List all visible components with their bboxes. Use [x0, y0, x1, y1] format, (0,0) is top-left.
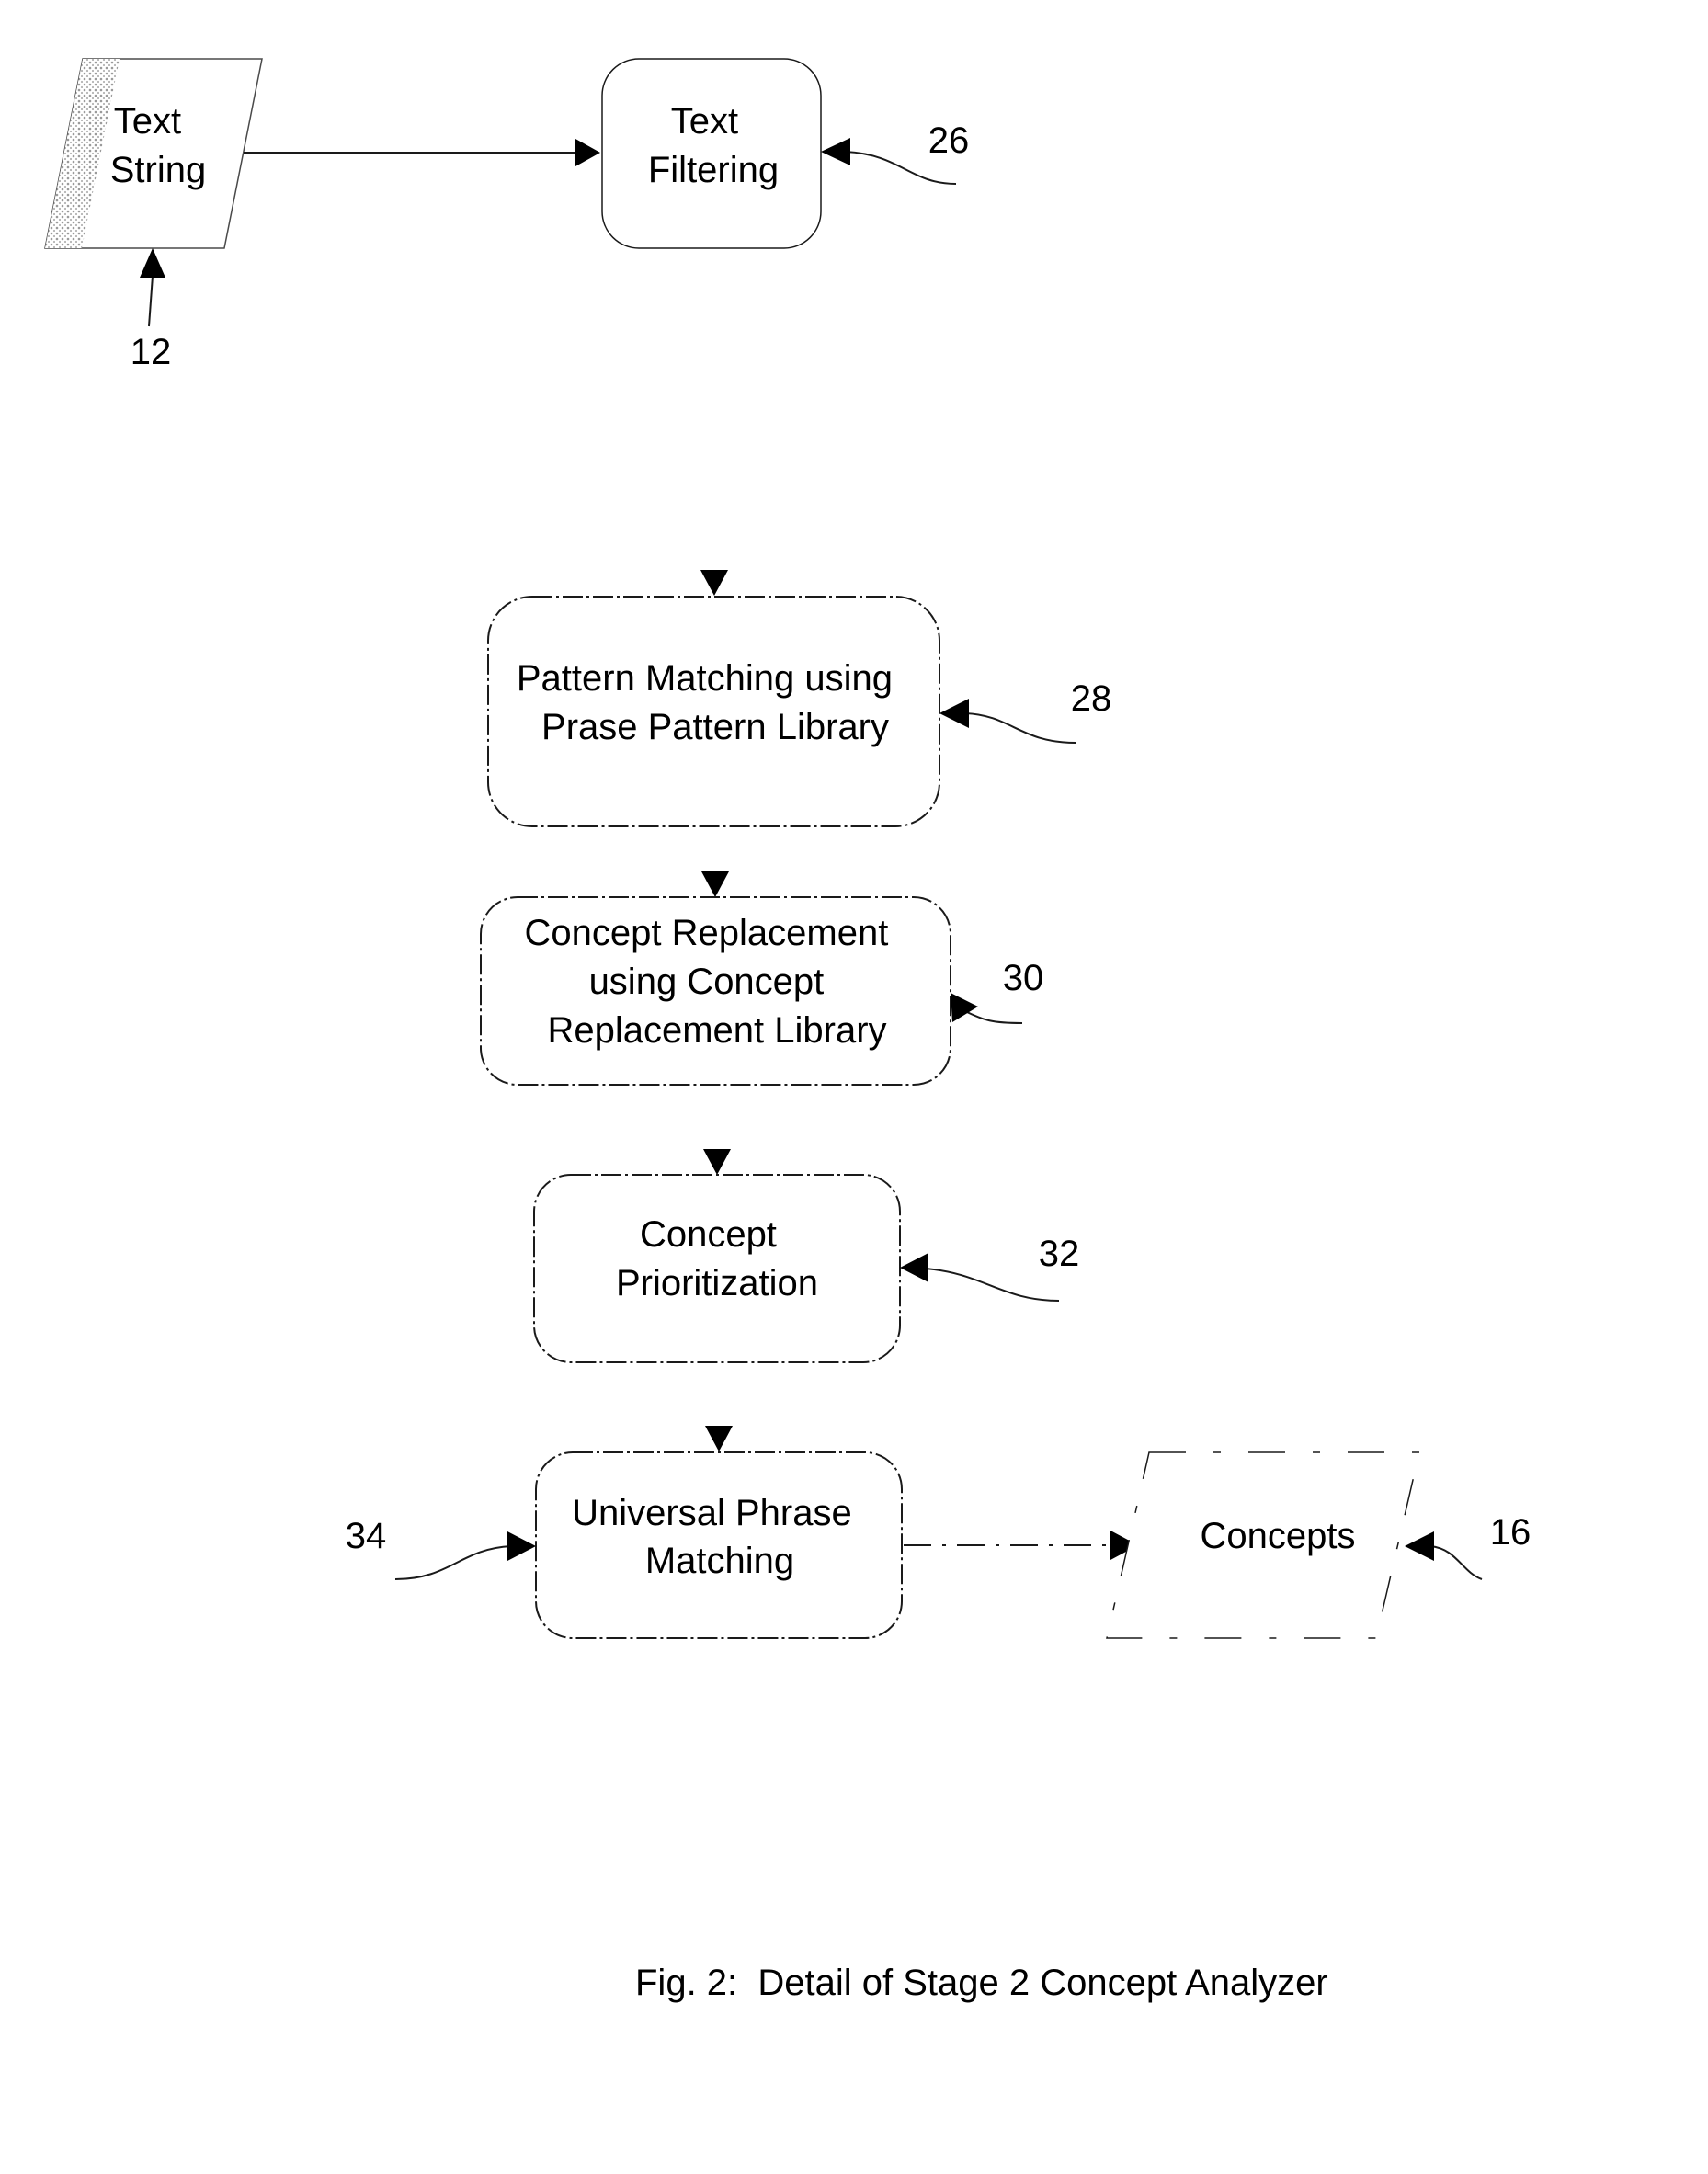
text-string-node: Text String [44, 58, 263, 249]
ref-12-arrowhead [140, 248, 165, 278]
universal-phrase-matching-line-2: Matching [645, 1541, 794, 1581]
ref-12-leader [148, 275, 154, 327]
universal-phrase-matching-node: Universal Phrase Matching [535, 1451, 903, 1639]
concepts-line-1: Concepts [1201, 1516, 1356, 1556]
concept-replacement-line-3: Replacement Library [547, 1010, 886, 1051]
ref-30-leader [964, 1010, 1023, 1024]
ref-16-arrowhead [1405, 1531, 1434, 1561]
flow-diagram: Text String 12 Text Filtering 26 Pattern… [44, 58, 1532, 2003]
text-string-line-2: String [110, 150, 207, 190]
ref-26-arrowhead [821, 138, 850, 165]
ref-28-label: 28 [1071, 678, 1112, 719]
ref-28-callout: 28 [939, 678, 1112, 744]
ref-34-callout: 34 [346, 1516, 536, 1580]
ref-34-leader [394, 1545, 512, 1580]
ref-32-callout: 32 [900, 1234, 1080, 1302]
edge-arrowhead-into-concept-prioritization [703, 1149, 731, 1175]
pattern-matching-line-1: Pattern Matching using [517, 658, 893, 699]
concept-prioritization-line-1: Concept [640, 1214, 777, 1255]
edge-arrowhead-into-universal-phrase-matching [705, 1426, 733, 1451]
text-filtering-node: Text Filtering [601, 58, 822, 249]
ref-16-leader [1429, 1545, 1483, 1580]
ref-12-callout: 12 [131, 248, 172, 372]
concept-replacement-node: Concept Replacement using Concept Replac… [480, 896, 951, 1086]
ref-32-label: 32 [1039, 1234, 1080, 1274]
ref-26-callout: 26 [821, 120, 970, 185]
ref-30-arrowhead [951, 993, 978, 1022]
concept-prioritization-node: Concept Prioritization [533, 1174, 901, 1363]
ref-28-leader [964, 712, 1076, 744]
ref-28-arrowhead [939, 699, 969, 728]
pattern-matching-node: Pattern Matching using Prase Pattern Lib… [487, 596, 940, 827]
concept-replacement-line-2: using Concept [589, 962, 825, 1002]
ref-16-callout: 16 [1405, 1512, 1532, 1580]
concept-prioritization-line-2: Prioritization [616, 1263, 818, 1303]
svg-text:Concepts: Concepts [1201, 1516, 1356, 1556]
ref-32-arrowhead [900, 1253, 928, 1282]
ref-16-label: 16 [1490, 1512, 1532, 1553]
figure-caption: Fig. 2: Detail of Stage 2 Concept Analyz… [635, 1963, 1328, 2003]
edge-arrowhead-into-pattern-matching [700, 570, 728, 596]
edge-text-string-to-text-filtering [244, 139, 600, 166]
edge-arrowhead-into-concept-replacement [701, 871, 729, 897]
pattern-matching-line-2: Prase Pattern Library [541, 707, 889, 747]
ref-34-label: 34 [346, 1516, 387, 1556]
concept-replacement-line-1: Concept Replacement [525, 913, 889, 953]
universal-phrase-matching-line-1: Universal Phrase [572, 1493, 852, 1533]
text-string-line-1: Text [114, 101, 181, 142]
ref-30-callout: 30 [951, 958, 1044, 1024]
ref-34-arrowhead [507, 1531, 536, 1561]
ref-30-label: 30 [1003, 958, 1044, 998]
edge-arrowhead [575, 139, 600, 166]
text-filtering-line-1: Text [671, 101, 738, 142]
text-filtering-line-2: Filtering [648, 150, 779, 190]
ref-26-label: 26 [928, 120, 970, 161]
concepts-node: Concepts [1106, 1451, 1420, 1639]
ref-12-label: 12 [131, 332, 172, 372]
edge-universal-phrase-matching-to-concepts [904, 1531, 1138, 1560]
